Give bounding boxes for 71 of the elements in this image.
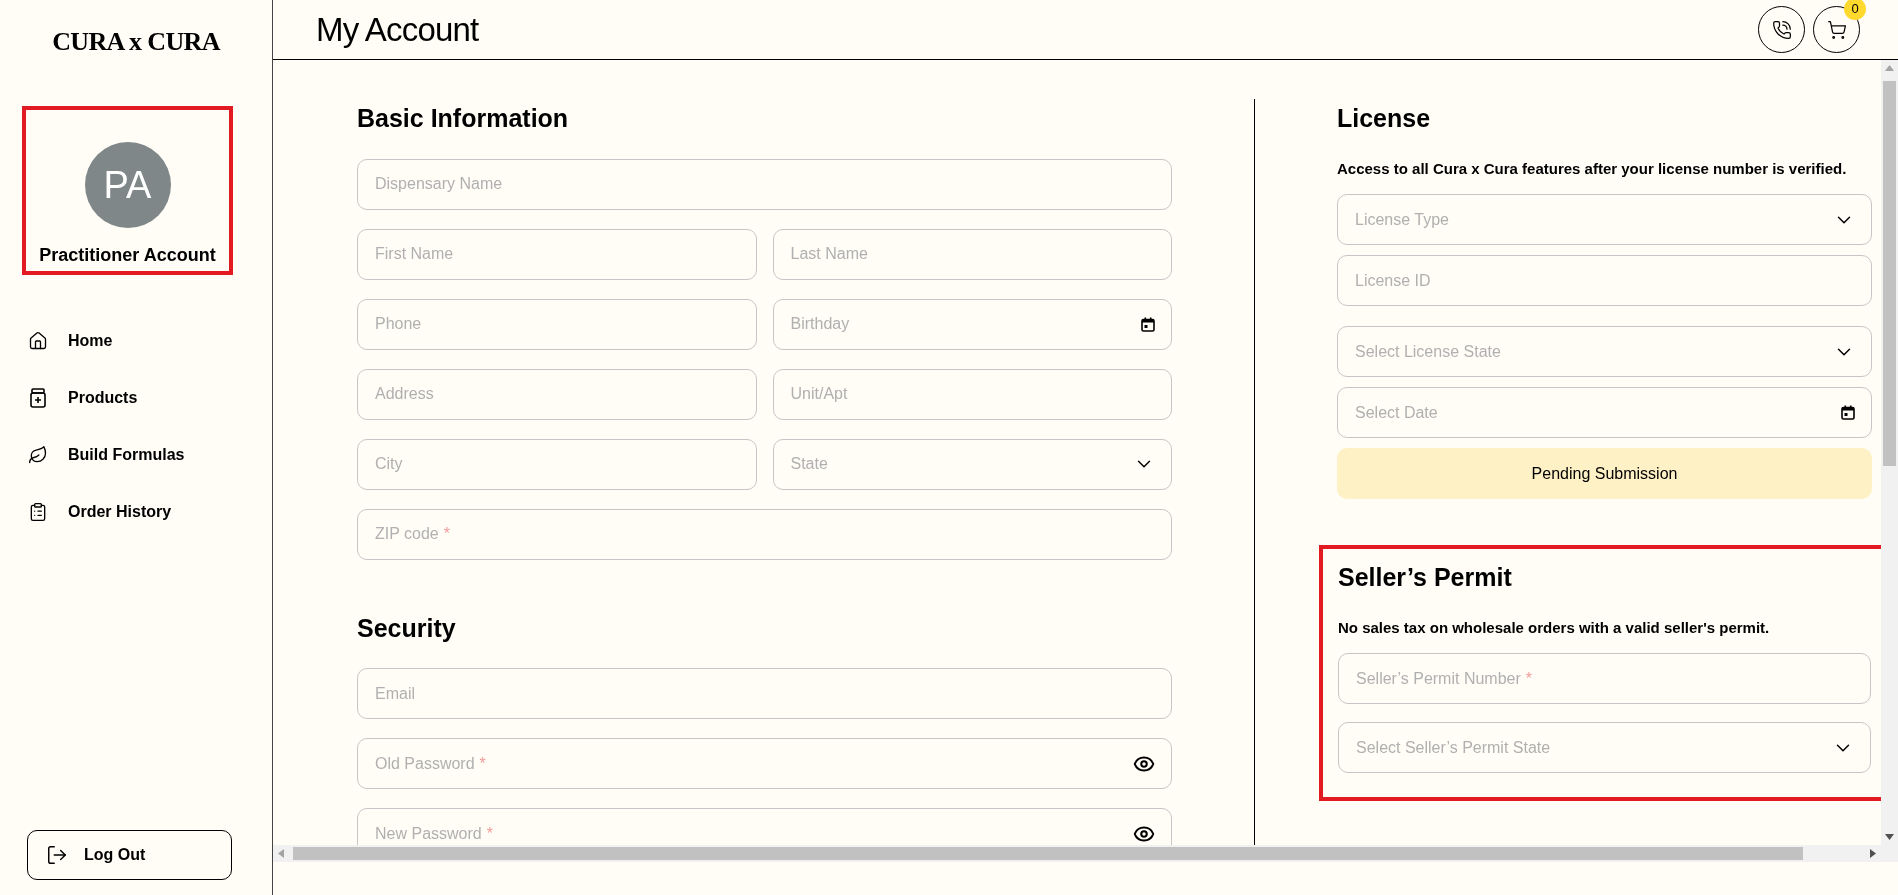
required-mark: * <box>1525 668 1533 689</box>
scrollbar-thumb[interactable] <box>1883 81 1896 466</box>
section-description: No sales tax on wholesale orders with a valid seller's permit. <box>1338 617 1771 638</box>
field-placeholder: Seller’s Permit Number <box>1356 668 1521 689</box>
password-field[interactable]: Old Password * <box>357 738 1172 789</box>
nav-link[interactable]: Home <box>28 323 272 359</box>
date-field[interactable]: Select Date <box>1337 387 1872 438</box>
field-placeholder: License ID <box>1355 270 1431 291</box>
field-placeholder: License Type <box>1355 209 1449 230</box>
exit-door-icon <box>46 844 68 866</box>
field-placeholder: First Name <box>375 244 454 264</box>
cart-icon <box>1826 19 1847 40</box>
field-placeholder: Unit/Apt <box>790 384 848 404</box>
nav-link[interactable]: Build Formulas <box>28 437 272 473</box>
field-placeholder: Address <box>375 384 434 404</box>
select-field[interactable]: License Type <box>1337 194 1872 245</box>
required-mark: * <box>443 524 450 544</box>
field-placeholder: Old Password <box>375 753 475 774</box>
input-field[interactable]: Seller’s Permit Number * <box>1338 653 1871 704</box>
input-field[interactable]: License ID <box>1337 255 1872 306</box>
cart-count-badge: 0 <box>1844 0 1866 20</box>
section-heading: Seller’s Permit <box>1338 562 1513 593</box>
home-icon <box>28 331 48 351</box>
field-placeholder: Select License State <box>1355 341 1501 362</box>
field-placeholder: Phone <box>375 314 422 334</box>
brand-logo[interactable]: CURA x CURA <box>52 22 220 61</box>
field-placeholder: State <box>790 454 828 474</box>
logout-button[interactable]: Log Out <box>27 830 232 880</box>
calendar-icon[interactable] <box>1141 316 1155 332</box>
page-title: My Account <box>316 9 479 50</box>
jar-plus-icon <box>29 388 47 408</box>
status-banner: Pending Submission <box>1337 448 1872 499</box>
required-mark: * <box>486 823 493 844</box>
section-heading: Security <box>357 612 457 644</box>
account-name: Practitioner Account <box>39 244 216 267</box>
field-placeholder: Select Seller’s Permit State <box>1356 737 1551 758</box>
field-placeholder: Birthday <box>790 314 850 334</box>
field-placeholder: City <box>375 454 403 474</box>
input-field[interactable]: Address <box>357 368 757 420</box>
section-description: Access to all Cura x Cura features after your license number is verified. <box>1337 158 1848 179</box>
select-field[interactable]: Select License State <box>1337 326 1872 377</box>
field-placeholder: Dispensary Name <box>375 174 503 194</box>
input-field[interactable]: City <box>357 438 757 490</box>
select-field[interactable]: Select Seller’s Permit State <box>1338 722 1871 773</box>
scroll-right-arrow-icon[interactable] <box>1870 849 1876 858</box>
field-placeholder: Last Name <box>790 244 868 264</box>
field-placeholder: New Password <box>375 823 482 844</box>
required-mark: * <box>479 753 486 774</box>
phone-icon <box>1771 19 1792 40</box>
input-field[interactable]: Last Name <box>772 228 1172 280</box>
input-field[interactable]: Phone <box>357 298 757 350</box>
scrollbar-thumb[interactable] <box>293 847 1803 860</box>
section-heading: Basic Information <box>357 103 570 134</box>
section-heading: License <box>1337 103 1432 134</box>
avatar: PA <box>84 142 171 228</box>
calendar-icon[interactable] <box>1841 405 1855 420</box>
select-field[interactable]: State <box>772 438 1172 490</box>
input-field[interactable]: Unit/Apt <box>772 368 1172 420</box>
field-placeholder: Select Date <box>1355 402 1438 423</box>
field-placeholder: ZIP code <box>375 524 439 544</box>
field-placeholder: Email <box>375 683 415 704</box>
input-field[interactable]: Email <box>357 668 1172 719</box>
clipboard-list-icon <box>28 502 48 522</box>
leaf-icon <box>28 445 48 465</box>
scroll-down-arrow-icon[interactable] <box>1885 834 1894 840</box>
input-field[interactable]: Dispensary Name <box>357 158 1172 210</box>
date-field[interactable]: Birthday <box>772 298 1172 350</box>
input-field[interactable]: First Name <box>357 228 757 280</box>
input-field[interactable]: ZIP code * <box>357 508 1172 560</box>
nav-link[interactable]: Products <box>28 380 272 416</box>
nav-link[interactable]: Order History <box>28 494 272 530</box>
